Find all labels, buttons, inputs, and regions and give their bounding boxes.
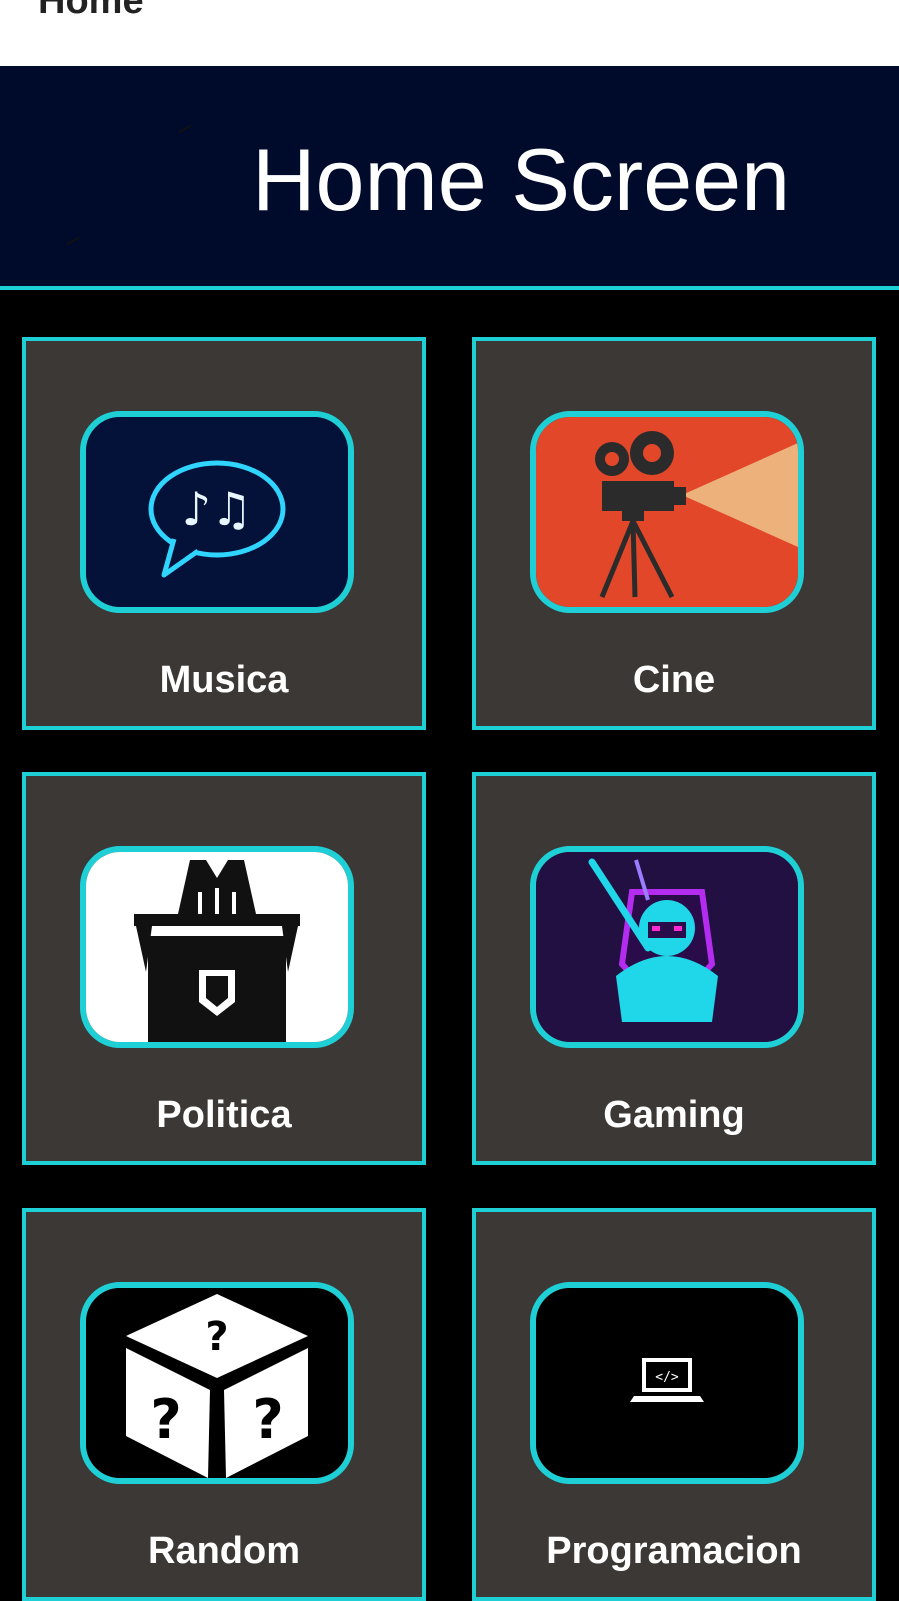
category-card-cine[interactable]: Cine — [472, 337, 876, 730]
ninja-gamer-icon — [530, 846, 804, 1048]
category-label: Politica — [156, 1094, 292, 1136]
svg-text:♪♫: ♪♫ — [182, 482, 253, 536]
code-laptop-icon: </> — [530, 1282, 804, 1484]
category-card-politica[interactable]: Politica — [22, 772, 426, 1165]
category-card-gaming[interactable]: Gaming — [472, 772, 876, 1165]
header-banner: Home Screen — [0, 66, 899, 290]
svg-text:?: ? — [205, 1314, 228, 1360]
decoration-mark — [66, 236, 80, 246]
svg-text:?: ? — [150, 1388, 181, 1451]
category-card-programacion[interactable]: </> Programacion — [472, 1208, 876, 1601]
category-label: Cine — [632, 659, 716, 701]
app-bar-title: Home — [38, 0, 144, 22]
podium-icon — [80, 846, 354, 1048]
category-label: Random — [148, 1530, 300, 1572]
svg-text:?: ? — [252, 1388, 283, 1451]
svg-text:</>: </> — [655, 1370, 679, 1385]
music-notes-icon: ♪♫ — [80, 411, 354, 613]
category-card-random[interactable]: ? ? ? Random — [22, 1208, 426, 1601]
app-bar: Home — [0, 0, 899, 66]
film-projector-icon — [530, 411, 804, 613]
category-label: Gaming — [603, 1094, 745, 1136]
decoration-mark — [178, 124, 192, 134]
category-card-musica[interactable]: ♪♫ Musica — [22, 337, 426, 730]
category-label: Musica — [159, 659, 289, 701]
question-dice-icon: ? ? ? — [80, 1282, 354, 1484]
category-label: Programacion — [546, 1530, 802, 1572]
page-title: Home Screen — [252, 130, 791, 229]
